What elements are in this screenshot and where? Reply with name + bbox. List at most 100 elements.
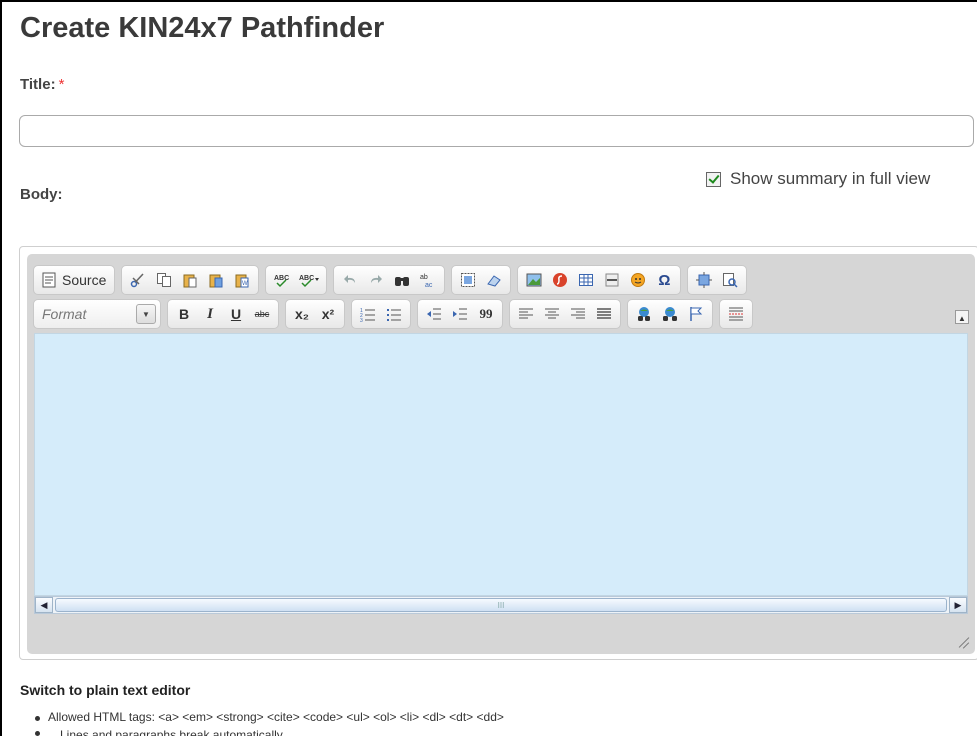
select-all-icon (461, 273, 476, 287)
blockquote-button[interactable]: 99 (474, 302, 498, 326)
title-label-text: Title: (20, 76, 56, 93)
page-break-button[interactable] (724, 302, 748, 326)
show-summary-label: Show summary in full view (730, 169, 931, 188)
svg-text:3: 3 (360, 318, 363, 322)
paste-word-button[interactable]: W (230, 268, 254, 292)
spellcheck-menu-button[interactable]: ABC (296, 268, 322, 292)
strikethrough-icon: abc (254, 309, 270, 319)
replace-button[interactable]: ab ac (416, 268, 440, 292)
rich-text-editor: Source W ABC ABC ab ac Ω Format ▼ B I U … (27, 254, 975, 654)
remove-format-button[interactable] (482, 268, 506, 292)
paste-text-button[interactable] (204, 268, 228, 292)
flash-button[interactable] (548, 268, 572, 292)
page-title: Create KIN24x7 Pathfinder (20, 12, 385, 44)
subscript-button[interactable]: x₂ (290, 302, 314, 326)
image-button[interactable] (522, 268, 546, 292)
toolbar-group-basic-styles: B I U abc (167, 299, 279, 329)
toolbar-group-align (509, 299, 621, 329)
show-summary-checkbox[interactable] (706, 171, 721, 187)
strike-button[interactable]: abc (250, 302, 274, 326)
align-left-button[interactable] (514, 302, 538, 326)
body-editor-wrapper: Source W ABC ABC ab ac Ω Format ▼ B I U … (19, 246, 977, 660)
scroll-right-button[interactable]: ▶ (949, 597, 967, 613)
paste-word-icon: W (235, 274, 249, 288)
undo-button[interactable] (338, 268, 362, 292)
required-mark: * (58, 76, 65, 93)
special-char-button[interactable]: Ω (652, 268, 676, 292)
bulleted-list-button[interactable] (382, 302, 406, 326)
toolbar-group-script: x₂ x² (285, 299, 345, 329)
collapse-arrow-icon: ▲ (958, 314, 966, 323)
resize-grip-icon[interactable] (957, 636, 969, 648)
svg-text:ABC: ABC (299, 275, 314, 282)
unlink-button[interactable] (658, 302, 682, 326)
flash-icon (553, 273, 568, 287)
copy-icon (157, 273, 172, 287)
toolbar-row-2: Format ▼ B I U abc x₂ x² 123 99 (33, 299, 753, 329)
scroll-thumb-grip: III (497, 600, 505, 610)
toolbar-group-clipboard: W (121, 265, 260, 295)
redo-icon (371, 275, 383, 283)
editor-content-area[interactable] (34, 333, 968, 596)
underline-button[interactable]: U (224, 302, 248, 326)
align-center-button[interactable] (540, 302, 564, 326)
italic-button[interactable]: I (198, 302, 222, 326)
paste-text-icon (209, 274, 223, 288)
source-button[interactable]: Source (38, 268, 110, 292)
underline-icon: U (230, 306, 242, 322)
spellcheck-menu-icon: ABC (299, 275, 320, 288)
show-summary-toggle[interactable]: Show summary in full view (706, 169, 930, 189)
paste-button[interactable] (178, 268, 202, 292)
table-icon (579, 274, 594, 286)
copy-button[interactable] (152, 268, 176, 292)
toolbar-group-insert: Ω (517, 265, 682, 295)
redo-button[interactable] (364, 268, 388, 292)
superscript-button[interactable]: x² (316, 302, 340, 326)
anchor-button[interactable] (684, 302, 708, 326)
align-right-button[interactable] (566, 302, 590, 326)
show-blocks-button[interactable] (718, 268, 742, 292)
scroll-thumb[interactable]: III (55, 598, 947, 612)
italic-icon: I (207, 305, 213, 322)
switch-to-plain-text-link[interactable]: Switch to plain text editor (20, 682, 190, 698)
numbered-list-button[interactable]: 123 (356, 302, 380, 326)
link-button[interactable] (632, 302, 656, 326)
numbered-list-icon: 123 (360, 308, 375, 322)
smiley-button[interactable] (626, 268, 650, 292)
body-label: Body: (20, 186, 63, 203)
allowed-tags-text: Allowed HTML tags: <a> <em> <strong> <ci… (48, 710, 504, 724)
maximize-button[interactable] (692, 268, 716, 292)
toolbar-group-links (627, 299, 713, 329)
find-button[interactable] (390, 268, 414, 292)
bold-button[interactable]: B (172, 302, 196, 326)
title-input[interactable] (19, 115, 974, 147)
spellcheck-icon: ABC (274, 275, 290, 288)
align-right-icon (571, 308, 585, 319)
replace-icon: abac (420, 274, 433, 288)
bullet-icon (35, 716, 40, 721)
indent-button[interactable] (448, 302, 472, 326)
format-select[interactable]: Format ▼ (33, 299, 161, 329)
align-justify-button[interactable] (592, 302, 616, 326)
outdent-button[interactable] (422, 302, 446, 326)
spellcheck-button[interactable]: ABC (270, 268, 294, 292)
toolbar-group-misc (719, 299, 753, 329)
unlink-icon (663, 307, 677, 321)
toolbar-group-view (687, 265, 748, 295)
outdent-icon (427, 308, 441, 320)
horizontal-rule-button[interactable] (600, 268, 624, 292)
chevron-down-icon[interactable]: ▼ (136, 304, 156, 324)
toolbar-collapse-button[interactable]: ▲ (955, 310, 969, 324)
toolbar-group-indent: 99 (417, 299, 503, 329)
table-button[interactable] (574, 268, 598, 292)
arrow-left-icon: ◀ (40, 599, 48, 610)
flag-icon (690, 307, 703, 321)
select-all-button[interactable] (456, 268, 480, 292)
scroll-left-button[interactable]: ◀ (35, 597, 53, 613)
cut-button[interactable] (126, 268, 150, 292)
horizontal-scrollbar[interactable]: ◀ III ▶ (34, 596, 968, 614)
bullet-icon (35, 731, 40, 736)
show-blocks-icon (723, 273, 738, 288)
source-label: Source (62, 272, 107, 288)
allowed-tags-item: Allowed HTML tags: <a> <em> <strong> <ci… (35, 710, 504, 724)
